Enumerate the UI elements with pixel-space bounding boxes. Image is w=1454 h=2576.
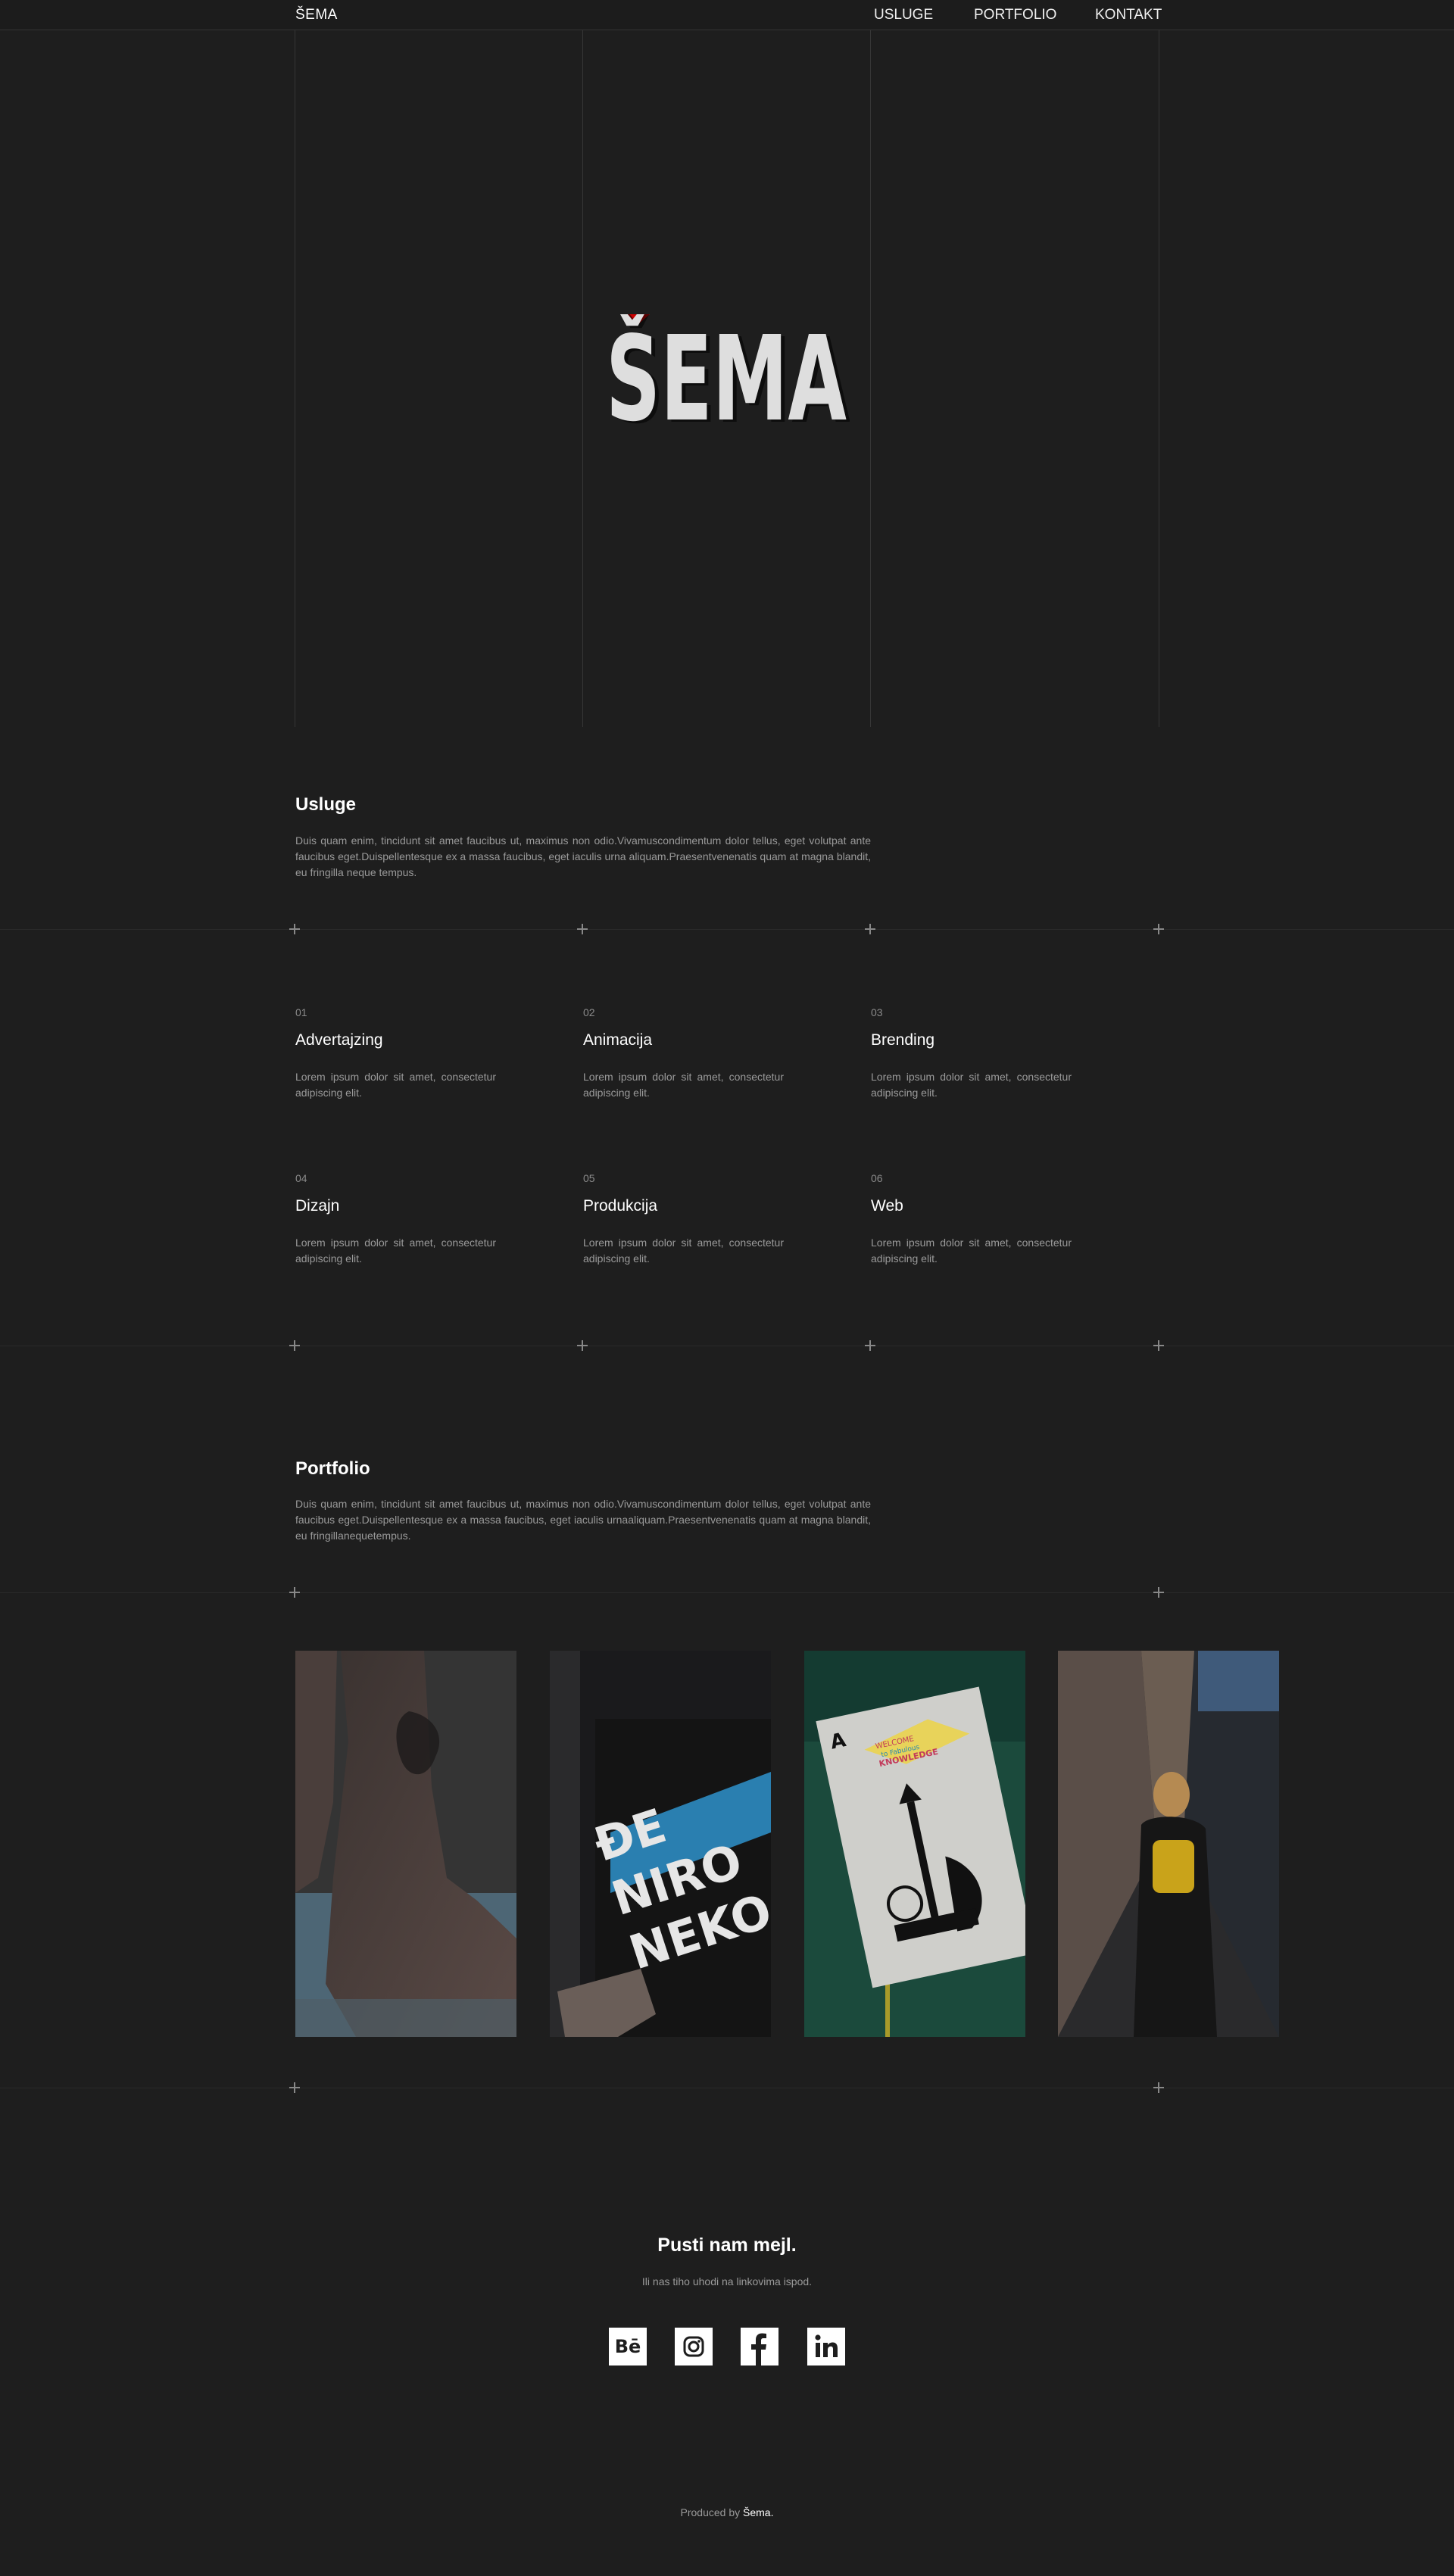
instagram-link[interactable]: [675, 2328, 713, 2365]
portfolio-title: Portfolio: [295, 1458, 370, 1479]
service-number: 05: [583, 1172, 595, 1184]
service-number: 03: [871, 1006, 883, 1018]
service-item: 04 Dizajn Lorem ipsum dolor sit amet, co…: [295, 1172, 496, 1267]
service-description: Lorem ipsum dolor sit amet, consectetur …: [871, 1237, 1072, 1265]
footer-brand-link[interactable]: Šema.: [743, 2506, 773, 2518]
footer: Produced by Šema.: [0, 2506, 1454, 2518]
service-title: Advertajzing: [295, 1031, 383, 1049]
plus-marker: [577, 1340, 588, 1351]
nav-link-kontakt[interactable]: KONTAKT: [1095, 7, 1162, 23]
contact-subtitle: Ili nas tiho uhodi na linkovima ispod.: [641, 2275, 813, 2288]
plus-marker: [1153, 1340, 1164, 1351]
service-title: Animacija: [583, 1031, 653, 1049]
behance-link[interactable]: Bē: [609, 2328, 647, 2365]
divider: [0, 929, 1454, 930]
service-description: Lorem ipsum dolor sit amet, consectetur …: [871, 1071, 1072, 1099]
service-description: Lorem ipsum dolor sit amet, consectetur …: [295, 1071, 496, 1099]
facebook-link[interactable]: [741, 2328, 778, 2365]
portfolio-image-tshirt[interactable]: ĐE NIRO NEKO: [550, 1651, 771, 2037]
services-title: Usluge: [295, 794, 357, 815]
service-description: Lorem ipsum dolor sit amet, consectetur …: [583, 1237, 784, 1265]
nav-link-portfolio[interactable]: PORTFOLIO: [974, 7, 1056, 23]
contact-title: Pusti nam mejl.: [657, 2235, 797, 2256]
hero-logo-text: ŠEMA: [606, 314, 847, 424]
behance-label: Bē: [615, 2336, 641, 2357]
service-number: 06: [871, 1172, 883, 1184]
plus-marker: [289, 1587, 300, 1598]
grid-line: [870, 0, 871, 727]
services-intro: Duis quam enim, tincidunt sit amet fauci…: [295, 834, 871, 878]
service-item: 02 Animacija Lorem ipsum dolor sit amet,…: [583, 1006, 784, 1101]
plus-marker: [1153, 1587, 1164, 1598]
linkedin-icon: [815, 2334, 838, 2357]
service-number: 02: [583, 1006, 595, 1018]
footer-prefix: Produced by: [680, 2506, 741, 2518]
portfolio-image-card[interactable]: A WELCOME to Fabulous KNOWLEDGE: [804, 1651, 1025, 2037]
brand-link[interactable]: ŠEMA: [295, 7, 338, 23]
portfolio-image-alley[interactable]: [1058, 1651, 1279, 2037]
service-item: 05 Produkcija Lorem ipsum dolor sit amet…: [583, 1172, 784, 1267]
plus-marker: [865, 1340, 875, 1351]
service-description: Lorem ipsum dolor sit amet, consectetur …: [583, 1071, 784, 1099]
divider: [0, 1592, 1454, 1593]
site-header: ŠEMA USLUGE PORTFOLIO KONTAKT: [0, 0, 1454, 30]
plus-marker: [289, 924, 300, 934]
service-title: Brending: [871, 1031, 935, 1049]
plus-marker: [289, 2082, 300, 2093]
service-description: Lorem ipsum dolor sit amet, consectetur …: [295, 1237, 496, 1265]
portfolio-image-feet[interactable]: [295, 1651, 516, 2037]
plus-marker: [1153, 924, 1164, 934]
plus-marker: [577, 924, 588, 934]
instagram-icon: [683, 2336, 704, 2357]
plus-marker: [1153, 2082, 1164, 2093]
plus-marker: [289, 1340, 300, 1351]
grid-line: [582, 0, 583, 727]
service-item: 01 Advertajzing Lorem ipsum dolor sit am…: [295, 1006, 496, 1101]
service-number: 04: [295, 1172, 307, 1184]
nav-link-usluge[interactable]: USLUGE: [874, 7, 933, 23]
behance-icon: Bē: [615, 2336, 641, 2357]
hero-logo: ŠEMA ŠEMA: [606, 310, 850, 450]
linkedin-link[interactable]: [807, 2328, 845, 2365]
service-item: 06 Web Lorem ipsum dolor sit amet, conse…: [871, 1172, 1072, 1267]
service-title: Produkcija: [583, 1197, 658, 1215]
plus-marker: [865, 924, 875, 934]
service-title: Web: [871, 1197, 903, 1215]
service-title: Dizajn: [295, 1197, 340, 1215]
portfolio-intro: Duis quam enim, tincidunt sit amet fauci…: [295, 1498, 871, 1542]
service-item: 03 Brending Lorem ipsum dolor sit amet, …: [871, 1006, 1072, 1101]
facebook-icon: [751, 2333, 766, 2365]
service-number: 01: [295, 1006, 307, 1018]
